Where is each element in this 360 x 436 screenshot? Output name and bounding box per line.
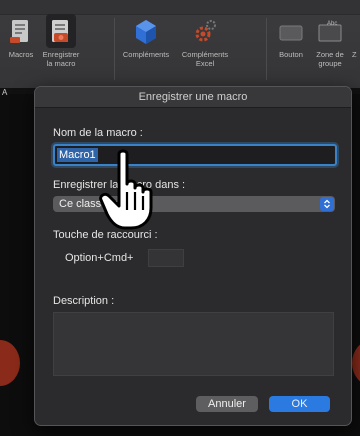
ribbon-toolbar: Macros Enregistrer la macro Compléments … [0, 0, 360, 89]
record-macro-label-1: Enregistrer [42, 50, 80, 59]
macro-name-label: Nom de la macro : [53, 127, 143, 139]
pointer-hand-cursor [97, 148, 163, 232]
addins-button[interactable]: Compléments [118, 14, 174, 59]
description-textarea[interactable] [53, 312, 334, 376]
button-control[interactable]: Bouton [272, 14, 310, 59]
overflow-icon [352, 14, 360, 48]
macros-icon [6, 14, 36, 48]
ribbon-overflow-item[interactable]: Z [352, 14, 360, 59]
macros-label: Macros [8, 50, 34, 59]
button-control-icon [276, 14, 306, 48]
groupbox-control[interactable]: Abc Zone de groupe [310, 14, 350, 68]
groupbox-label-2: groupe [318, 59, 342, 68]
record-macro-icon [46, 14, 76, 48]
shortcut-key-input[interactable] [148, 249, 184, 267]
groupbox-caption: Abc [327, 21, 338, 27]
chevron-updown-icon [320, 197, 334, 211]
cancel-button[interactable]: Annuler [196, 396, 258, 412]
ok-button[interactable]: OK [269, 396, 330, 412]
store-macro-select[interactable]: Ce classeur [53, 196, 335, 212]
macro-name-value: Macro1 [57, 148, 98, 162]
background-shape-left [0, 340, 20, 386]
background-shape-right [352, 340, 360, 386]
ribbon-separator [114, 18, 115, 80]
excel-addins-label-1: Compléments [181, 50, 229, 59]
column-letter: A [2, 88, 8, 97]
record-macro-button[interactable]: Enregistrer la macro [38, 14, 84, 68]
ribbon-overflow-label: Z [352, 50, 357, 59]
record-macro-dialog: Enregistrer une macro Nom de la macro : … [34, 86, 352, 426]
excel-addins-icon [190, 14, 220, 48]
ribbon-top-strip [0, 0, 360, 15]
groupbox-label-1: Zone de [316, 50, 344, 59]
excel-addins-button[interactable]: Compléments Excel [176, 14, 234, 68]
description-label: Description : [53, 295, 115, 307]
macro-name-input[interactable]: Macro1 [53, 144, 337, 166]
shortcut-prefix: Option+Cmd+ [65, 252, 134, 264]
macros-button[interactable]: Macros [4, 14, 38, 59]
addins-icon [131, 14, 161, 48]
groupbox-control-icon: Abc [315, 14, 345, 48]
button-control-label: Bouton [279, 50, 303, 59]
addins-label: Compléments [122, 50, 170, 59]
screen: Macros Enregistrer la macro Compléments … [0, 0, 360, 436]
dialog-title: Enregistrer une macro [35, 87, 351, 108]
ribbon-separator [266, 18, 267, 80]
excel-addins-label-2: Excel [195, 59, 215, 68]
record-macro-label-2: la macro [46, 59, 76, 68]
